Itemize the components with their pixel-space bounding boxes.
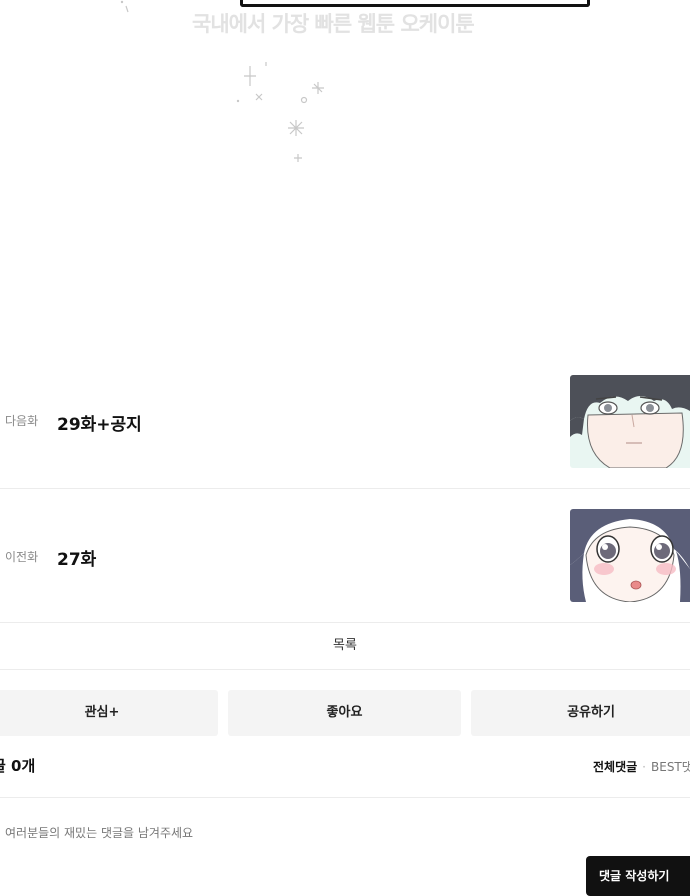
next-episode-title[interactable]: 29화+공지 [57,410,142,435]
comment-sort-tabs: 전체댓글 · BEST댓 [593,758,690,775]
comment-input[interactable] [5,823,565,843]
next-episode-row[interactable]: 다음화 29화+공지 [0,355,690,489]
like-button[interactable]: 좋아요 [228,690,461,736]
episode-list-link[interactable]: 목록 [0,622,690,670]
boy-face-thumbnail-icon[interactable] [570,375,690,468]
divider [0,797,690,798]
previous-episode-title[interactable]: 27화 [57,545,96,570]
share-button[interactable]: 공유하기 [471,690,690,736]
girl-face-thumbnail-icon[interactable] [570,509,690,602]
write-comment-button[interactable]: 댓글 작성하기 [586,856,690,896]
tab-all-comments[interactable]: 전체댓글 [593,760,637,774]
favorite-button[interactable]: 관심+ [0,690,218,736]
previous-episode-label: 이전화 [5,550,39,564]
previous-episode-row[interactable]: 이전화 27화 [0,488,690,623]
comment-count: 글 0개 [0,757,36,775]
separator-dot: · [642,760,646,774]
next-episode-label: 다음화 [5,414,39,428]
tab-best-comments[interactable]: BEST댓 [651,760,690,774]
sparkles-decoration [120,0,324,162]
